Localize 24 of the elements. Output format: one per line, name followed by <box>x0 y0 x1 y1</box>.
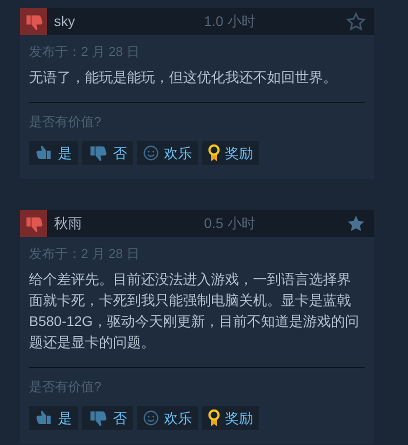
thumbs-down-icon <box>20 210 47 237</box>
author-name[interactable]: 秋雨 <box>54 213 204 234</box>
funny-button[interactable]: 欢乐 <box>137 141 198 165</box>
playtime-text: 1.0 小时 <box>204 12 256 31</box>
thumbs-down-icon <box>20 8 47 35</box>
yes-button[interactable]: 是 <box>29 141 78 165</box>
award-ribbon-icon <box>208 144 220 162</box>
playtime-text: 0.5 小时 <box>204 214 256 233</box>
yes-button[interactable]: 是 <box>29 406 78 430</box>
review-text: 给个差评先。目前还没法进入游戏，一到语言选择界面就卡死，卡死到我只能强制电脑关机。显卡是蓝戟B580-12G，驱动今天刚更新，目前不知道是游戏的问题还是显卡的问题。 <box>29 270 360 352</box>
review-text: 无语了，能玩是能玩，但这优化我还不如回世界。 <box>29 68 338 87</box>
smiley-icon <box>143 145 159 161</box>
award-button[interactable]: 奖励 <box>202 406 259 430</box>
thumbs-up-icon <box>35 144 53 162</box>
star-icon[interactable] <box>346 214 366 234</box>
star-icon[interactable] <box>346 12 366 32</box>
author-name[interactable]: sky <box>54 11 204 32</box>
award-button[interactable]: 奖励 <box>202 141 259 165</box>
no-button[interactable]: 否 <box>82 406 133 430</box>
thumbs-up-icon <box>35 409 53 427</box>
award-ribbon-icon <box>208 409 220 427</box>
funny-button[interactable]: 欢乐 <box>137 406 198 430</box>
smiley-icon <box>143 410 159 426</box>
no-button[interactable]: 否 <box>82 141 133 165</box>
